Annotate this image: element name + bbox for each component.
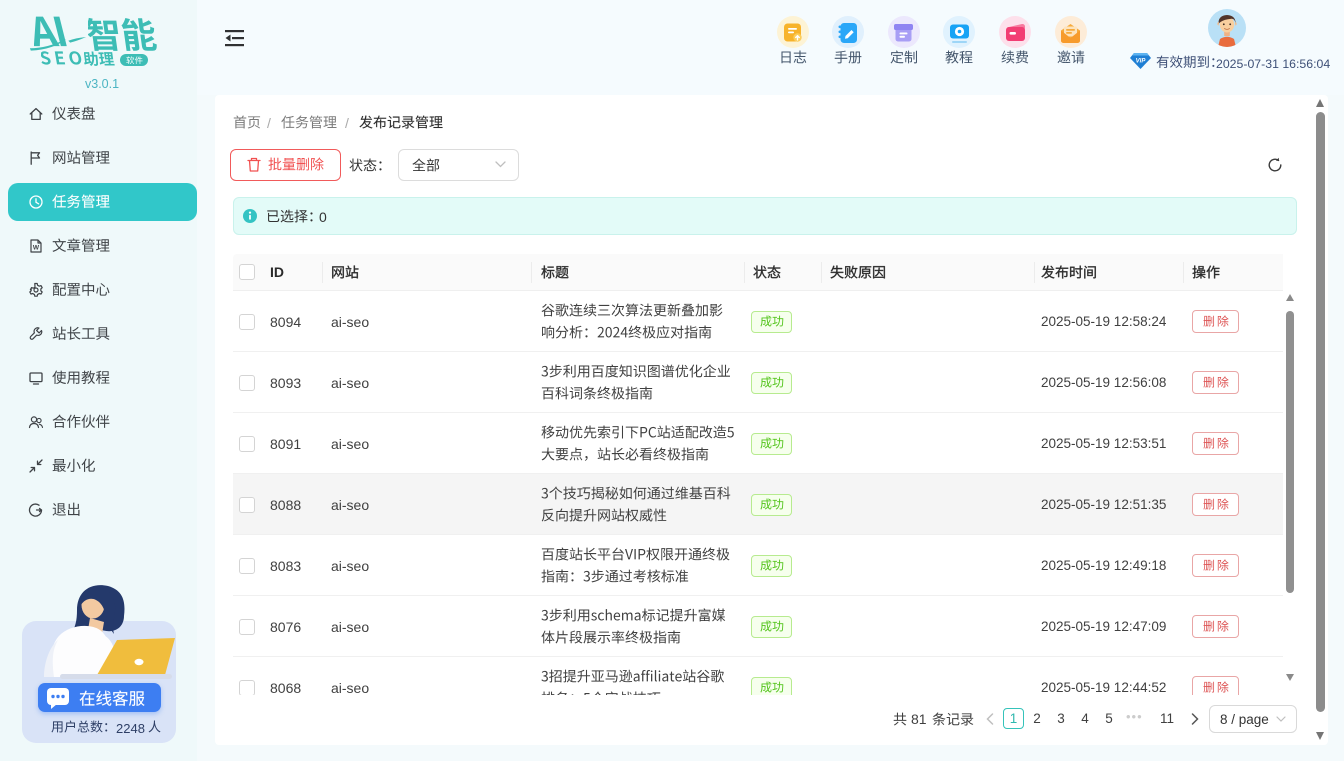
svg-text:VIP: VIP xyxy=(1136,59,1147,65)
svg-text:W: W xyxy=(33,245,40,252)
